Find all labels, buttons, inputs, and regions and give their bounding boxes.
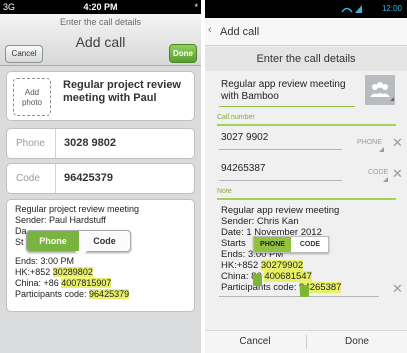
action-bar-title[interactable]: Add call: [220, 26, 259, 38]
android-screen: 12:00 ‹ Add call Enter the call details …: [205, 0, 407, 353]
back-chevron-icon[interactable]: ‹: [208, 24, 212, 36]
done-button[interactable]: Done: [169, 44, 197, 63]
clock: 4:20 PM: [83, 2, 118, 12]
code-value[interactable]: 96425379: [64, 172, 113, 184]
note-line: Regular project review meeting: [15, 204, 140, 214]
phone-field[interactable]: Phone 3028 9802: [6, 128, 195, 159]
selection-popup: Phone Code: [26, 230, 131, 258]
subject-card: Add photo Regular project review meeting…: [6, 71, 195, 121]
status-bar: 12:00: [205, 0, 407, 18]
popup-phone-button[interactable]: Phone: [27, 231, 79, 251]
detected-phone-number[interactable]: 30279902: [260, 260, 304, 271]
remove-icon[interactable]: ✕: [392, 135, 403, 151]
note-text: HK:+852: [15, 267, 53, 277]
note-line: Sender: Paul Hardstuff: [15, 215, 106, 225]
phone-type-spinner[interactable]: PHONE: [357, 139, 382, 146]
cancel-button[interactable]: Cancel: [5, 45, 43, 63]
note-line: Ends: 3:00 PM: [15, 256, 75, 266]
remove-icon[interactable]: ✕: [392, 281, 403, 297]
note-line: China: 86 400681547: [221, 271, 312, 282]
phone-value[interactable]: 3028 9802: [64, 137, 116, 149]
note-label: Note: [217, 188, 232, 195]
signal-icon: [341, 3, 363, 16]
navigation-bar: Enter the call details Add call Cancel D…: [0, 14, 201, 66]
subject-field[interactable]: Regular project review meeting with Paul: [63, 79, 188, 105]
bottom-button-bar: Cancel Done: [205, 330, 407, 353]
detected-phone-number[interactable]: 30289802: [52, 267, 93, 277]
note-line: Participants code: 94265387: [221, 282, 342, 293]
spinner-arrow-icon: [383, 177, 388, 182]
subject-field[interactable]: Regular app review meeting with Bamboo: [221, 79, 351, 103]
add-photo-label-1: Add: [24, 88, 40, 97]
note-line: Participants code: 96425379: [15, 289, 130, 299]
popup-code-button[interactable]: Code: [79, 231, 130, 251]
note-line: Sender: Chris Kan: [221, 216, 299, 227]
remove-icon[interactable]: ✕: [392, 166, 403, 182]
selection-popup: PHONE CODE: [253, 236, 329, 253]
spinner-arrow-icon: [379, 147, 384, 152]
field-divider: [55, 164, 56, 193]
subject-underline: [219, 106, 355, 107]
detected-code[interactable]: 96425379: [89, 289, 130, 299]
popup-code-button[interactable]: CODE: [292, 237, 328, 252]
nav-subtitle: Enter the call details: [59, 17, 142, 27]
input-underline: [219, 149, 342, 150]
popup-pointer: [75, 251, 87, 258]
note-underline: [219, 296, 379, 297]
note-line: China: +86 4007815907: [15, 278, 112, 288]
bluetooth-icon: *: [194, 2, 198, 12]
selection-end-handle[interactable]: [300, 285, 309, 297]
note-text: China:: [221, 271, 252, 282]
code-field[interactable]: Code 96425379: [6, 163, 195, 194]
section-divider: [217, 124, 396, 126]
code-number-input[interactable]: 94265387: [221, 163, 266, 174]
cancel-button[interactable]: Cancel: [205, 331, 305, 353]
clock: 12:00: [381, 4, 402, 13]
popup-phone-button[interactable]: PHONE: [254, 237, 291, 252]
ios-screen: 3G 4:20 PM * Enter the call details Add …: [0, 0, 201, 353]
add-photo-button[interactable]: Add photo: [13, 78, 51, 116]
note-line: Regular app review meeting: [221, 205, 340, 216]
phone-label: Phone: [16, 138, 45, 149]
done-button[interactable]: Done: [307, 331, 407, 353]
call-number-label: Call number: [217, 114, 255, 121]
note-line: HK:+852 30279902: [221, 260, 304, 271]
contact-photo-button[interactable]: [365, 75, 395, 105]
phone-number-input[interactable]: 3027 9902: [221, 132, 268, 143]
note-line: St: [15, 237, 24, 247]
section-divider: [217, 198, 396, 200]
field-divider: [55, 129, 56, 158]
note-line: Da: [15, 226, 27, 236]
note-text: China: +86: [15, 278, 62, 288]
note-textarea[interactable]: Regular project review meeting Sender: P…: [6, 199, 195, 312]
people-icon: [370, 82, 394, 101]
code-type-spinner[interactable]: CODE: [368, 169, 388, 176]
note-text: Participants code:: [15, 289, 90, 299]
selection-start-handle[interactable]: [253, 274, 262, 286]
section-header: Enter the call details: [205, 47, 407, 71]
note-line: Starts: [221, 238, 246, 249]
status-bar: 3G 4:20 PM *: [0, 0, 201, 14]
action-bar: ‹ Add call: [205, 18, 407, 46]
note-line: HK:+852 30289802: [15, 267, 93, 277]
detected-phone-number[interactable]: 4007815907: [61, 278, 112, 288]
note-text: HK:+852: [221, 260, 261, 271]
code-label: Code: [16, 173, 40, 184]
add-photo-label-2: photo: [21, 98, 43, 107]
input-underline: [219, 180, 342, 181]
selected-text[interactable]: 400681547: [264, 271, 312, 282]
